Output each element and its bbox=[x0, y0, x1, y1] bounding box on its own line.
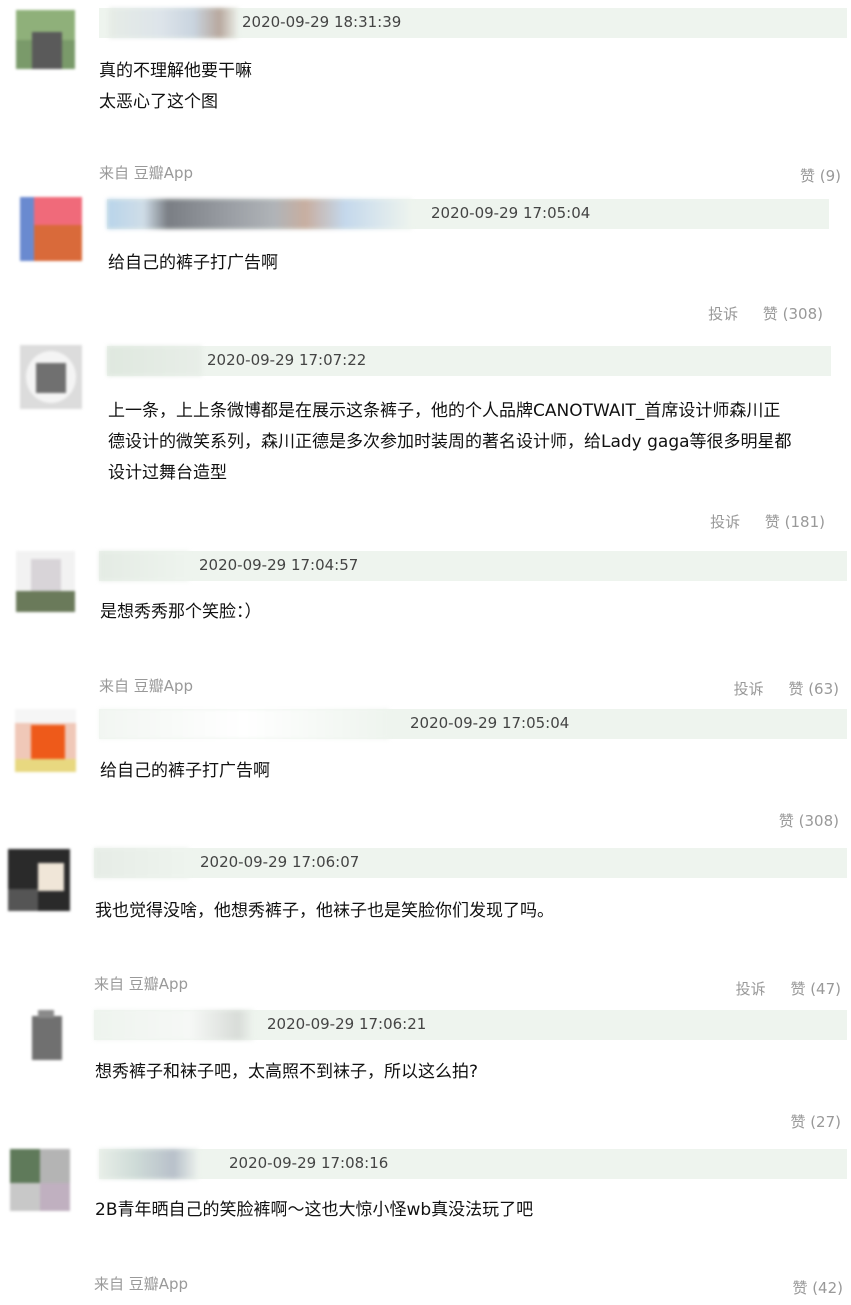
comment-source: 来自 豆瓣App bbox=[99, 164, 194, 182]
comment-actions: 赞 (9) bbox=[780, 165, 841, 186]
comment-time: 2020-09-29 17:04:57 bbox=[199, 556, 359, 574]
avatar[interactable] bbox=[8, 849, 70, 911]
comment-time: 2020-09-29 17:05:04 bbox=[431, 204, 591, 222]
comment-source: 来自 豆瓣App bbox=[99, 677, 194, 695]
comment-header: 2020-09-29 17:05:04 bbox=[99, 709, 847, 739]
like-button[interactable]: 赞 (308) bbox=[779, 812, 839, 830]
avatar[interactable] bbox=[10, 1149, 70, 1211]
comment-header: 2020-09-29 17:04:57 bbox=[99, 551, 847, 581]
avatar[interactable] bbox=[18, 1010, 72, 1070]
username-blurred[interactable] bbox=[107, 346, 202, 376]
comment-time: 2020-09-29 17:06:07 bbox=[200, 853, 360, 871]
avatar[interactable] bbox=[16, 551, 75, 612]
avatar[interactable] bbox=[15, 709, 76, 772]
comment-time: 2020-09-29 17:08:16 bbox=[229, 1154, 389, 1172]
username-blurred[interactable] bbox=[99, 709, 389, 739]
comment-text: 2B青年晒自己的笑脸裤啊～这也大惊小怪wb真没法玩了吧 bbox=[95, 1200, 534, 1220]
username-blurred[interactable] bbox=[109, 8, 239, 38]
comment-text: 是想秀秀那个笑脸：） bbox=[100, 602, 262, 622]
comment-header: 2020-09-29 17:06:07 bbox=[94, 848, 847, 878]
comment-time: 2020-09-29 17:05:04 bbox=[410, 714, 570, 732]
report-button[interactable]: 投诉 bbox=[734, 680, 764, 698]
comment-header: 2020-09-29 17:07:22 bbox=[107, 346, 831, 376]
comment-header: 2020-09-29 17:05:04 bbox=[107, 199, 829, 229]
like-button[interactable]: 赞 (181) bbox=[765, 513, 825, 531]
report-button[interactable]: 投诉 bbox=[708, 305, 738, 323]
like-button[interactable]: 赞 (9) bbox=[800, 167, 841, 185]
comment-time: 2020-09-29 17:06:21 bbox=[267, 1015, 427, 1033]
username-blurred[interactable] bbox=[107, 199, 412, 229]
like-button[interactable]: 赞 (27) bbox=[790, 1113, 841, 1131]
avatar[interactable] bbox=[20, 345, 82, 409]
comment-actions: 赞 (42) bbox=[772, 1277, 843, 1298]
like-button[interactable]: 赞 (47) bbox=[790, 980, 841, 998]
comment-source: 来自 豆瓣App bbox=[94, 975, 189, 993]
username-blurred[interactable] bbox=[94, 848, 189, 878]
comment-text: 想秀裤子和袜子吧，太高照不到袜子，所以这么拍? bbox=[95, 1062, 479, 1082]
comment-text: 真的不理解他要干嘛 太恶心了这个图 bbox=[99, 61, 252, 112]
comment-actions: 投诉 赞 (63) bbox=[734, 678, 839, 699]
comment-text: 我也觉得没啥，他想秀裤子，他袜子也是笑脸你们发现了吗。 bbox=[95, 901, 554, 921]
comment-text: 给自己的裤子打广告啊 bbox=[100, 761, 270, 781]
username-blurred[interactable] bbox=[94, 1010, 254, 1040]
like-button[interactable]: 赞 (308) bbox=[763, 305, 823, 323]
comment-time: 2020-09-29 18:31:39 bbox=[242, 13, 402, 31]
comment-actions: 赞 (27) bbox=[770, 1111, 841, 1132]
comment-time: 2020-09-29 17:07:22 bbox=[207, 351, 367, 369]
comment-source: 来自 豆瓣App bbox=[94, 1275, 189, 1293]
comment-header: 2020-09-29 17:06:21 bbox=[94, 1010, 847, 1040]
comment-header: 2020-09-29 18:31:39 bbox=[99, 8, 847, 38]
like-button[interactable]: 赞 (42) bbox=[792, 1279, 843, 1297]
username-blurred[interactable] bbox=[99, 1149, 199, 1179]
comment-actions: 赞 (308) bbox=[759, 810, 839, 831]
comment-actions: 投诉 赞 (308) bbox=[708, 303, 823, 324]
comment-actions: 投诉 赞 (181) bbox=[710, 511, 825, 532]
report-button[interactable]: 投诉 bbox=[710, 513, 740, 531]
like-button[interactable]: 赞 (63) bbox=[788, 680, 839, 698]
avatar[interactable] bbox=[16, 10, 75, 69]
comment-text: 给自己的裤子打广告啊 bbox=[108, 253, 278, 273]
username-blurred[interactable] bbox=[99, 551, 189, 581]
report-button[interactable]: 投诉 bbox=[736, 980, 766, 998]
comment-actions: 投诉 赞 (47) bbox=[736, 978, 841, 999]
comment-text: 上一条，上上条微博都是在展示这条裤子，他的个人品牌CANOTWAIT_首席设计师… bbox=[108, 401, 792, 483]
avatar[interactable] bbox=[20, 197, 82, 261]
comment-header: 2020-09-29 17:08:16 bbox=[99, 1149, 847, 1179]
